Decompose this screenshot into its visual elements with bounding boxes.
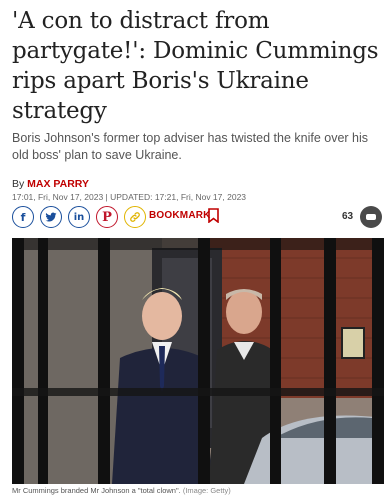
comment-count[interactable]: 63 xyxy=(342,211,353,222)
twitter-bird-glyph xyxy=(45,212,57,222)
share-bar: f in P BOOKMARK 63 xyxy=(12,206,382,228)
facebook-icon[interactable]: f xyxy=(12,206,34,228)
article-standfirst: Boris Johnson's former top adviser has t… xyxy=(12,131,369,162)
facebook-glyph: f xyxy=(20,210,26,224)
comments-icon[interactable] xyxy=(360,206,382,228)
linkedin-glyph: in xyxy=(73,211,85,223)
article-timestamp: 17:01, Fri, Nov 17, 2023 | UPDATED: 17:2… xyxy=(12,192,247,202)
pinterest-glyph: P xyxy=(102,209,112,225)
article-headline: 'A con to distract from partygate!': Dom… xyxy=(12,8,379,124)
linkedin-icon[interactable]: in xyxy=(68,206,90,228)
bookmark-icon[interactable] xyxy=(208,208,219,223)
twitter-icon[interactable] xyxy=(40,206,62,228)
image-caption: Mr Cummings branded Mr Johnson a "total … xyxy=(12,486,384,495)
byline: By MAX PARRY xyxy=(12,178,89,190)
bookmark-button[interactable]: BOOKMARK xyxy=(149,210,211,221)
byline-prefix: By xyxy=(12,178,28,190)
image-credit: (Image: Getty) xyxy=(182,486,231,495)
caption-text: Mr Cummings branded Mr Johnson a "total … xyxy=(12,486,181,495)
link-icon[interactable] xyxy=(124,206,146,228)
hero-photo-illustration xyxy=(12,238,384,484)
author-link[interactable]: MAX PARRY xyxy=(27,178,89,190)
chain-link-glyph xyxy=(130,212,140,222)
article-hero-image xyxy=(12,238,384,484)
pinterest-icon[interactable]: P xyxy=(96,206,118,228)
